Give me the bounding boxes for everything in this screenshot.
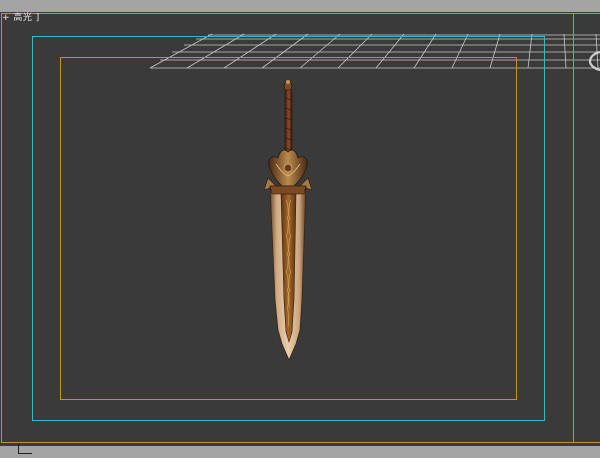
sword-model[interactable] (0, 0, 600, 458)
sword-crossguard (263, 149, 313, 191)
sword-blade (269, 185, 307, 361)
3d-viewport[interactable]: + 高光 ] (0, 0, 600, 458)
sword-grip (284, 89, 293, 157)
viewport-label[interactable]: + 高光 ] (2, 13, 40, 24)
viewport-corner-icon (18, 443, 32, 454)
viewport-bottom-bar (0, 446, 600, 458)
sword-pommel (283, 80, 293, 92)
